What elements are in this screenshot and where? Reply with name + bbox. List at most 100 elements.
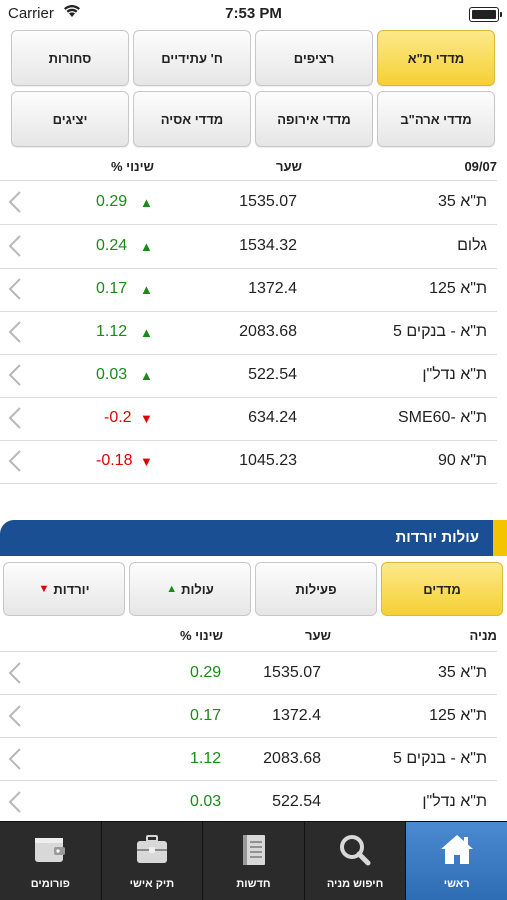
table-row[interactable]: 1.12 ▲ 2083.68 ת"א - בנקים 5	[0, 311, 497, 355]
tab-label: פורומים	[30, 878, 70, 890]
tab-representative-rates[interactable]: יציגים	[11, 91, 129, 147]
tab-forums[interactable]: פורומים	[0, 822, 102, 900]
tab-portfolio[interactable]: תיק אישי	[102, 822, 204, 900]
name-column-header: מניה	[469, 628, 498, 643]
tab-stock-search[interactable]: חיפוש מניה	[305, 822, 407, 900]
tab-continuous[interactable]: רציפים	[255, 30, 373, 86]
tab-futures[interactable]: ח' עתידיים	[133, 30, 251, 86]
index-name: גלום	[457, 237, 487, 254]
table-row[interactable]: -0.18 ▼ 1045.23 ת"א 90	[0, 440, 497, 484]
chevron-left-icon	[8, 662, 21, 684]
table-row[interactable]: 0.24 ▲ 1534.32 גלום	[0, 225, 497, 269]
table-row[interactable]: -0.2 ▼ 634.24 ת"א -SME60	[0, 397, 497, 441]
tab-asia-indices[interactable]: מדדי אסיה	[133, 91, 251, 147]
stock-name: ת"א - בנקים 5	[393, 750, 487, 767]
rate-value: 1372.4	[272, 707, 321, 724]
chevron-left-icon	[8, 235, 21, 257]
change-column-header: שינוי %	[180, 628, 224, 643]
tab-label: תיק אישי	[129, 878, 175, 890]
tab-losers[interactable]: יורדות ▼	[3, 562, 125, 616]
rate-value: 2083.68	[263, 750, 321, 767]
tab-news[interactable]: חדשות	[203, 822, 305, 900]
tab-commodities[interactable]: סחורות	[11, 30, 129, 86]
change-value: 0.03	[190, 793, 222, 810]
change-value: -0.18	[96, 452, 133, 469]
tab-activity-label: פעילות	[295, 581, 337, 597]
section-title: עולות יורדות	[395, 529, 479, 546]
table-row[interactable]: 0.17 1372.4 ת"א 125	[0, 695, 497, 738]
up-arrow-icon: ▲	[140, 195, 153, 210]
tab-gainers-label: עולות	[181, 581, 214, 597]
tab-europe-indices[interactable]: מדדי אירופה	[255, 91, 373, 147]
table-row[interactable]: 1.12 2083.68 ת"א - בנקים 5	[0, 738, 497, 781]
rate-value: 2083.68	[239, 323, 297, 340]
table-row[interactable]: 0.29 ▲ 1535.07 ת"א 35	[0, 181, 497, 225]
chevron-left-icon	[8, 748, 21, 770]
search-icon	[340, 835, 371, 866]
rate-value: 1535.07	[263, 664, 321, 681]
change-value: -0.2	[104, 409, 132, 426]
tab-label: ראשי	[443, 878, 470, 890]
index-name: ת"א 125	[429, 280, 487, 297]
tab-label: חיפוש מניה	[326, 878, 384, 890]
stock-name: ת"א 125	[429, 707, 487, 724]
change-value: 0.24	[96, 237, 128, 254]
index-name: ת"א 35	[437, 193, 487, 210]
rate-column-header: שער	[305, 628, 331, 643]
change-value: 0.17	[190, 707, 222, 724]
rate-value: 522.54	[248, 366, 297, 383]
tab-indices-label: מדדים	[423, 581, 461, 597]
chevron-left-icon	[8, 407, 21, 429]
wallet-icon	[35, 838, 66, 862]
index-panel: מדדי ת"א רציפים ח' עתידיים סחורות מדדי א…	[0, 28, 507, 518]
change-column-header: שינוי %	[111, 159, 155, 174]
change-value: 0.17	[96, 280, 128, 297]
briefcase-icon	[136, 835, 167, 863]
chevron-left-icon	[8, 791, 21, 813]
rate-value: 1372.4	[248, 280, 297, 297]
chevron-left-icon	[8, 278, 21, 300]
gainers-losers-header: עולות יורדות	[0, 520, 507, 556]
tab-home[interactable]: ראשי	[406, 822, 507, 900]
index-name: ת"א 90	[437, 452, 487, 469]
down-arrow-icon: ▼	[140, 454, 153, 469]
tab-indices[interactable]: מדדים	[381, 562, 503, 616]
up-arrow-icon: ▲	[166, 583, 178, 595]
table-row[interactable]: 0.03 ▲ 522.54 ת"א נדל"ן	[0, 354, 497, 398]
tab-label: חדשות	[236, 878, 271, 890]
tab-ta-indices[interactable]: מדדי ת"א	[377, 30, 495, 86]
rate-value: 522.54	[272, 793, 321, 810]
chevron-left-icon	[8, 364, 21, 386]
index-name: ת"א נדל"ן	[422, 366, 487, 383]
table-date-header: 09/07	[464, 159, 497, 174]
chevron-left-icon	[8, 450, 21, 472]
tab-losers-label: יורדות	[53, 581, 90, 597]
news-icon	[243, 835, 266, 865]
rate-column-header: שער	[276, 159, 302, 174]
up-arrow-icon: ▲	[140, 368, 153, 383]
change-value: 1.12	[96, 323, 128, 340]
rate-value: 1534.32	[239, 237, 297, 254]
table-row[interactable]: 0.03 522.54 ת"א נדל"ן	[0, 781, 497, 824]
up-arrow-icon: ▲	[140, 282, 153, 297]
change-value: 0.03	[96, 366, 128, 383]
table-row[interactable]: 0.17 ▲ 1372.4 ת"א 125	[0, 268, 497, 312]
up-arrow-icon: ▲	[140, 239, 153, 254]
rate-value: 1535.07	[239, 193, 297, 210]
status-bar: Carrier 7:53 PM	[0, 0, 507, 28]
up-arrow-icon: ▲	[140, 325, 153, 340]
tab-gainers[interactable]: עולות ▲	[129, 562, 251, 616]
tab-us-indices[interactable]: מדדי ארה"ב	[377, 91, 495, 147]
chevron-left-icon	[8, 191, 21, 213]
stock-name: ת"א 35	[437, 664, 487, 681]
battery-icon	[469, 7, 502, 22]
rate-value: 1045.23	[239, 452, 297, 469]
change-value: 0.29	[190, 664, 222, 681]
chevron-left-icon	[8, 705, 21, 727]
table-row[interactable]: 0.29 1535.07 ת"א 35	[0, 652, 497, 695]
stock-name: ת"א נדל"ן	[422, 793, 487, 810]
down-arrow-icon: ▼	[38, 583, 50, 595]
change-value: 1.12	[190, 750, 222, 767]
tab-activity[interactable]: פעילות	[255, 562, 377, 616]
chevron-left-icon	[8, 321, 21, 343]
